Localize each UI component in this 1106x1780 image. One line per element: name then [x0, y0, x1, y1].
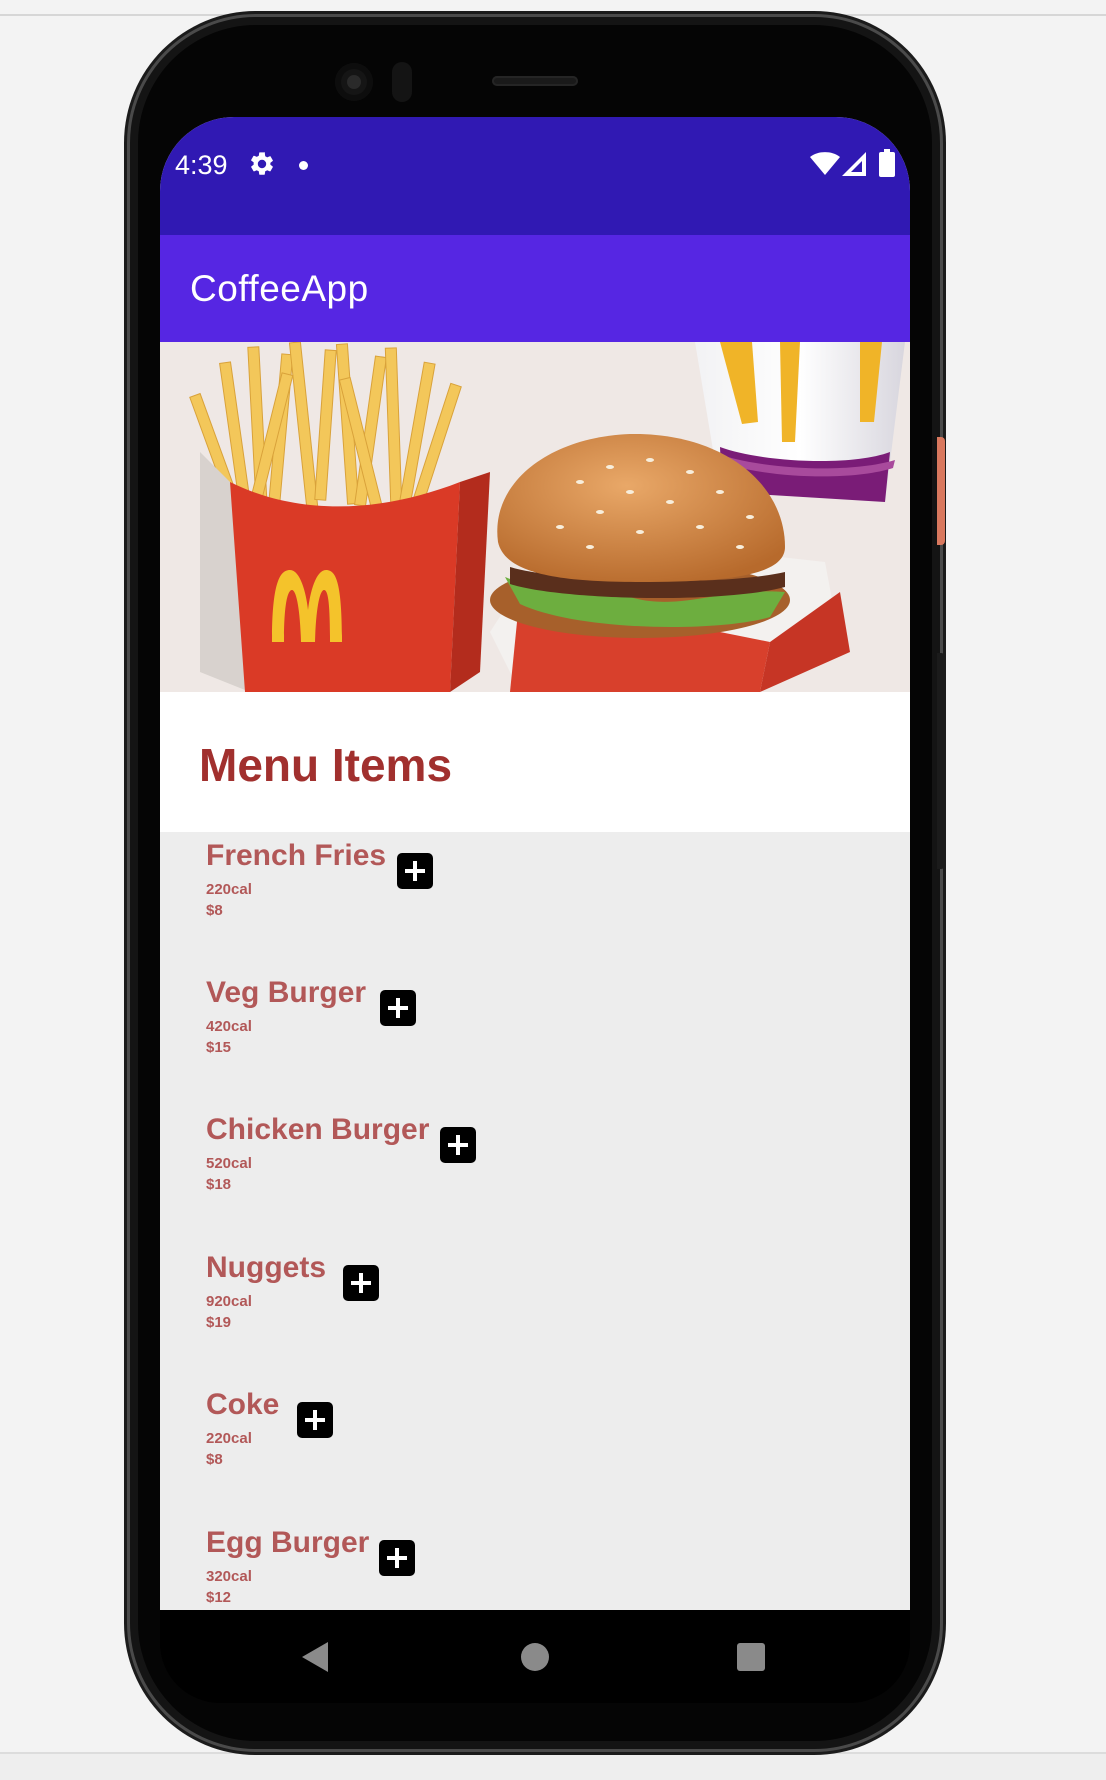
app-title: CoffeeApp [190, 268, 369, 309]
fries-burger-drink-illustration [160, 342, 910, 692]
menu-item-veg-burger: Veg Burger 420cal $15 [206, 976, 806, 1096]
menu-item-chicken-burger: Chicken Burger 520cal $18 [206, 1113, 806, 1233]
window-bottom-bar [0, 1752, 1106, 1780]
notification-dot-icon [299, 161, 308, 170]
status-bar: 4:39 [160, 117, 910, 235]
home-icon[interactable] [521, 1643, 549, 1671]
add-nuggets-button[interactable] [343, 1265, 379, 1301]
window-top-border [0, 14, 1106, 16]
item-calories: 320cal [206, 1568, 252, 1585]
hero-food-image [160, 342, 910, 692]
add-coke-button[interactable] [297, 1402, 333, 1438]
signal-icon [842, 152, 866, 176]
item-price: $8 [206, 902, 223, 919]
item-name: Egg Burger [206, 1526, 370, 1559]
menu-item-nuggets: Nuggets 920cal $19 [206, 1251, 806, 1371]
menu-title: Menu Items [199, 739, 453, 791]
power-button[interactable] [937, 437, 945, 545]
item-name: Veg Burger [206, 976, 367, 1009]
gear-icon [251, 152, 273, 175]
add-egg-burger-button[interactable] [379, 1540, 415, 1576]
earpiece-speaker [492, 76, 578, 86]
wifi-icon [810, 152, 840, 175]
system-navigation-bar [160, 1610, 910, 1703]
add-french-fries-button[interactable] [397, 853, 433, 889]
item-price: $18 [206, 1176, 232, 1193]
volume-rocker[interactable] [937, 653, 945, 869]
app-bar: CoffeeApp [160, 235, 910, 342]
item-calories: 420cal [206, 1018, 252, 1035]
item-price: $8 [206, 1451, 223, 1468]
recents-icon[interactable] [737, 1643, 765, 1671]
front-camera-icon [335, 63, 373, 101]
item-name: French Fries [206, 839, 387, 872]
menu-item-coke: Coke 220cal $8 [206, 1388, 806, 1508]
item-calories: 920cal [206, 1293, 252, 1310]
battery-icon [879, 149, 895, 177]
device-screen: 4:39 CoffeeApp Menu Items French Fries 2… [160, 117, 910, 1610]
item-name: Coke [206, 1388, 280, 1421]
item-price: $15 [206, 1039, 232, 1056]
status-time: 4:39 [175, 150, 228, 180]
item-calories: 520cal [206, 1155, 252, 1172]
item-price: $12 [206, 1589, 232, 1606]
menu-item-egg-burger: Egg Burger 320cal $12 [206, 1526, 806, 1610]
menu-list[interactable]: French Fries 220cal $8 Veg Burger 420cal… [160, 832, 910, 1610]
item-price: $19 [206, 1314, 232, 1331]
menu-header: Menu Items [160, 692, 910, 832]
proximity-sensor [392, 62, 412, 102]
menu-item-french-fries: French Fries 220cal $8 [206, 839, 806, 959]
item-calories: 220cal [206, 1430, 252, 1447]
add-chicken-burger-button[interactable] [440, 1127, 476, 1163]
add-veg-burger-button[interactable] [380, 990, 416, 1026]
item-name: Nuggets [206, 1251, 326, 1284]
item-calories: 220cal [206, 881, 252, 898]
item-name: Chicken Burger [206, 1113, 430, 1146]
back-icon[interactable] [302, 1642, 328, 1672]
